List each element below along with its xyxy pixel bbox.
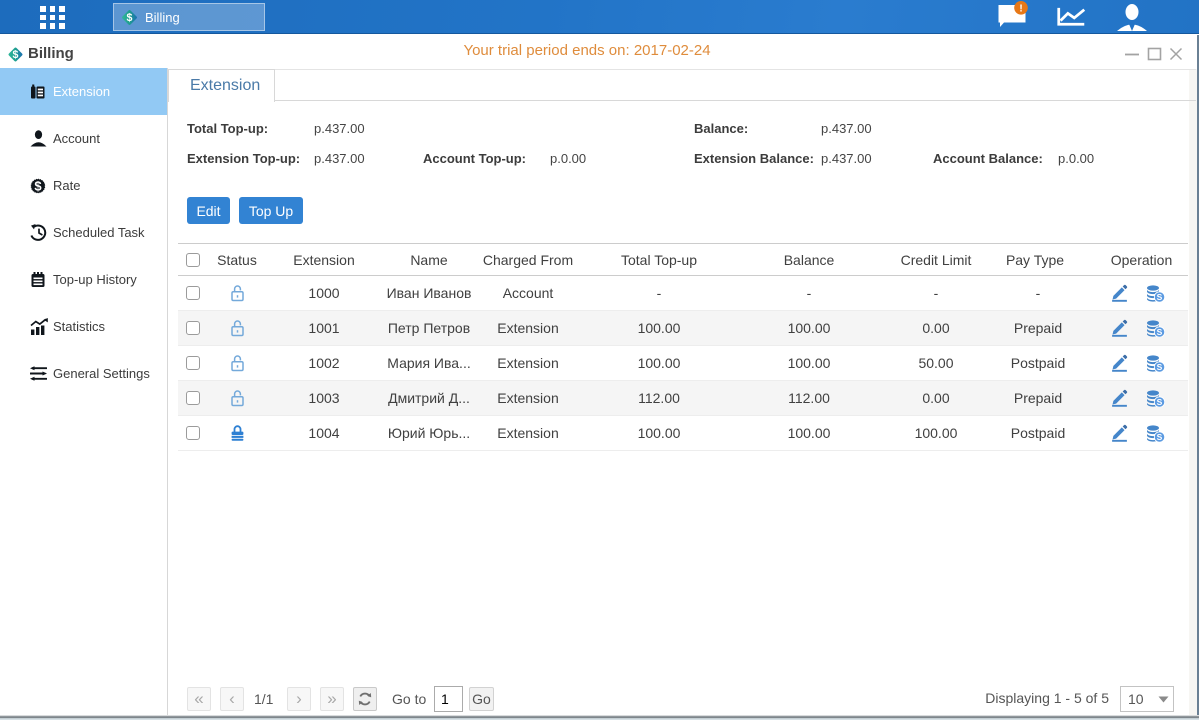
svg-text:S: S	[1156, 292, 1162, 302]
svg-text:S: S	[1156, 432, 1162, 442]
svg-text:$: $	[34, 178, 42, 193]
svg-text:S: S	[1156, 397, 1162, 407]
svg-text:S: S	[1156, 327, 1162, 337]
svg-text:S: S	[1156, 362, 1162, 372]
svg-text:!: !	[1019, 4, 1022, 15]
svg-text:$: $	[127, 12, 133, 24]
